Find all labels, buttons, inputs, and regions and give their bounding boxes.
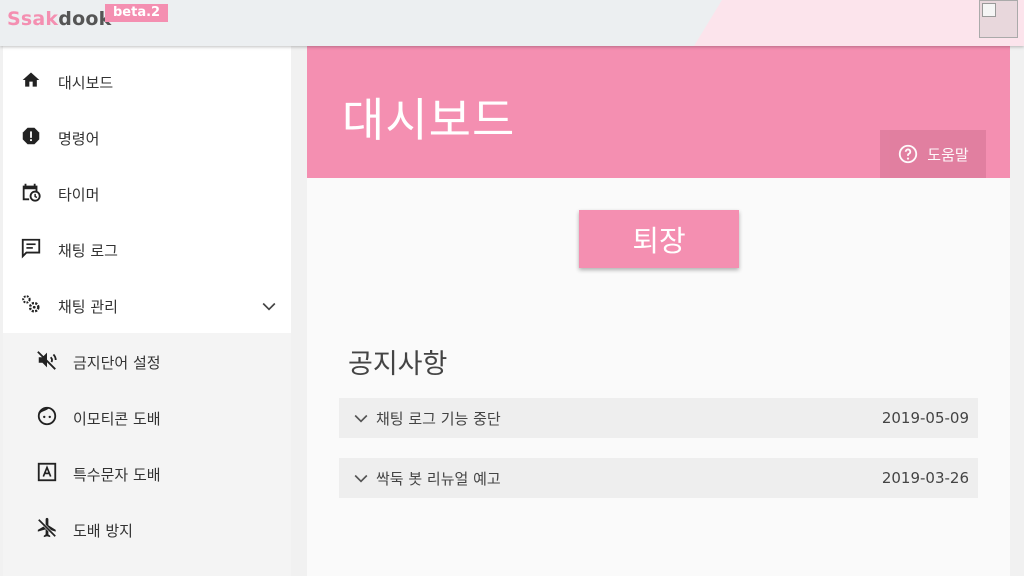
brand-logo-part1: Ssak: [7, 8, 59, 30]
app-header: Ssakdook beta.2: [0, 0, 1024, 46]
help-button-label: 도움말: [927, 145, 969, 164]
sidebar-item-label: 도배 방지: [73, 521, 133, 540]
sidebar-item-emoticon-spam[interactable]: 이모티콘 도배: [3, 390, 291, 446]
version-badge: beta.2: [105, 4, 169, 22]
sidebar-item-timer[interactable]: 타이머: [3, 166, 291, 222]
user-avatar[interactable]: [979, 0, 1018, 38]
brand-logo[interactable]: Ssakdook: [7, 8, 111, 30]
sidebar-item-label: 명령어: [58, 129, 100, 148]
page-header: 대시보드 도움말: [307, 46, 1010, 178]
sidebar-item-label: 채팅 관리: [58, 297, 118, 316]
sidebar-item-chat-log[interactable]: 채팅 로그: [3, 222, 291, 278]
sidebar-item-dashboard[interactable]: 대시보드: [3, 54, 291, 110]
emoticon-icon: [36, 405, 58, 427]
leave-button[interactable]: 퇴장: [579, 210, 739, 268]
sidebar-item-label: 타이머: [58, 185, 100, 204]
sidebar-item-label: 대시보드: [58, 73, 114, 92]
calendar-clock-icon: [20, 181, 42, 203]
sidebar-item-spam-prevention[interactable]: 도배 방지: [3, 502, 291, 558]
sidebar-item-banned-words[interactable]: 금지단어 설정: [3, 334, 291, 390]
broken-image-icon: [982, 3, 996, 17]
main-content: 대시보드 도움말 퇴장 공지사항 채팅 로그 기능 중단 2019-05-09 …: [307, 46, 1010, 576]
home-icon: [20, 69, 42, 91]
sidebar-item-label: 이모티콘 도배: [73, 409, 161, 428]
notice-section-title: 공지사항: [348, 349, 448, 380]
notice-date: 2019-05-09: [881, 409, 969, 427]
sidebar-item-chat-manage[interactable]: 채팅 관리: [3, 278, 291, 334]
help-button[interactable]: 도움말: [880, 130, 986, 178]
airplane-off-icon: [36, 517, 58, 539]
notice-item[interactable]: 싹둑 봇 리뉴얼 예고 2019-03-26: [339, 458, 978, 498]
sidebar-item-commands[interactable]: 명령어: [3, 110, 291, 166]
sidebar-item-label: 채팅 로그: [58, 241, 118, 260]
page-margin: [1010, 46, 1024, 576]
notice-item[interactable]: 채팅 로그 기능 중단 2019-05-09: [339, 398, 978, 438]
alpha-a-box-icon: [36, 461, 58, 483]
sidebar-item-label: 특수문자 도배: [73, 465, 161, 484]
volume-off-icon: [36, 349, 58, 371]
notice-date: 2019-03-26: [881, 469, 969, 487]
sidebar: 대시보드 명령어 타이머 채팅 로그 채팅 관리 금지단어 설정 이모티콘 도배…: [3, 46, 291, 576]
notice-title: 싹둑 봇 리뉴얼 예고: [376, 469, 501, 488]
chevron-down-icon: [351, 408, 371, 428]
cogs-icon: [20, 293, 42, 315]
brand-logo-part2: dook: [58, 8, 112, 30]
chevron-down-icon: [351, 468, 371, 488]
alert-octagon-icon: [20, 125, 42, 147]
sidebar-item-special-char-spam[interactable]: 특수문자 도배: [3, 446, 291, 502]
header-accent-shape: [694, 0, 1024, 46]
sidebar-item-label: 금지단어 설정: [73, 353, 161, 372]
page-title: 대시보드: [342, 93, 516, 147]
chevron-down-icon[interactable]: [259, 296, 279, 316]
message-text-icon: [20, 237, 42, 259]
notice-title: 채팅 로그 기능 중단: [376, 409, 501, 428]
help-circle-icon: [899, 144, 918, 164]
